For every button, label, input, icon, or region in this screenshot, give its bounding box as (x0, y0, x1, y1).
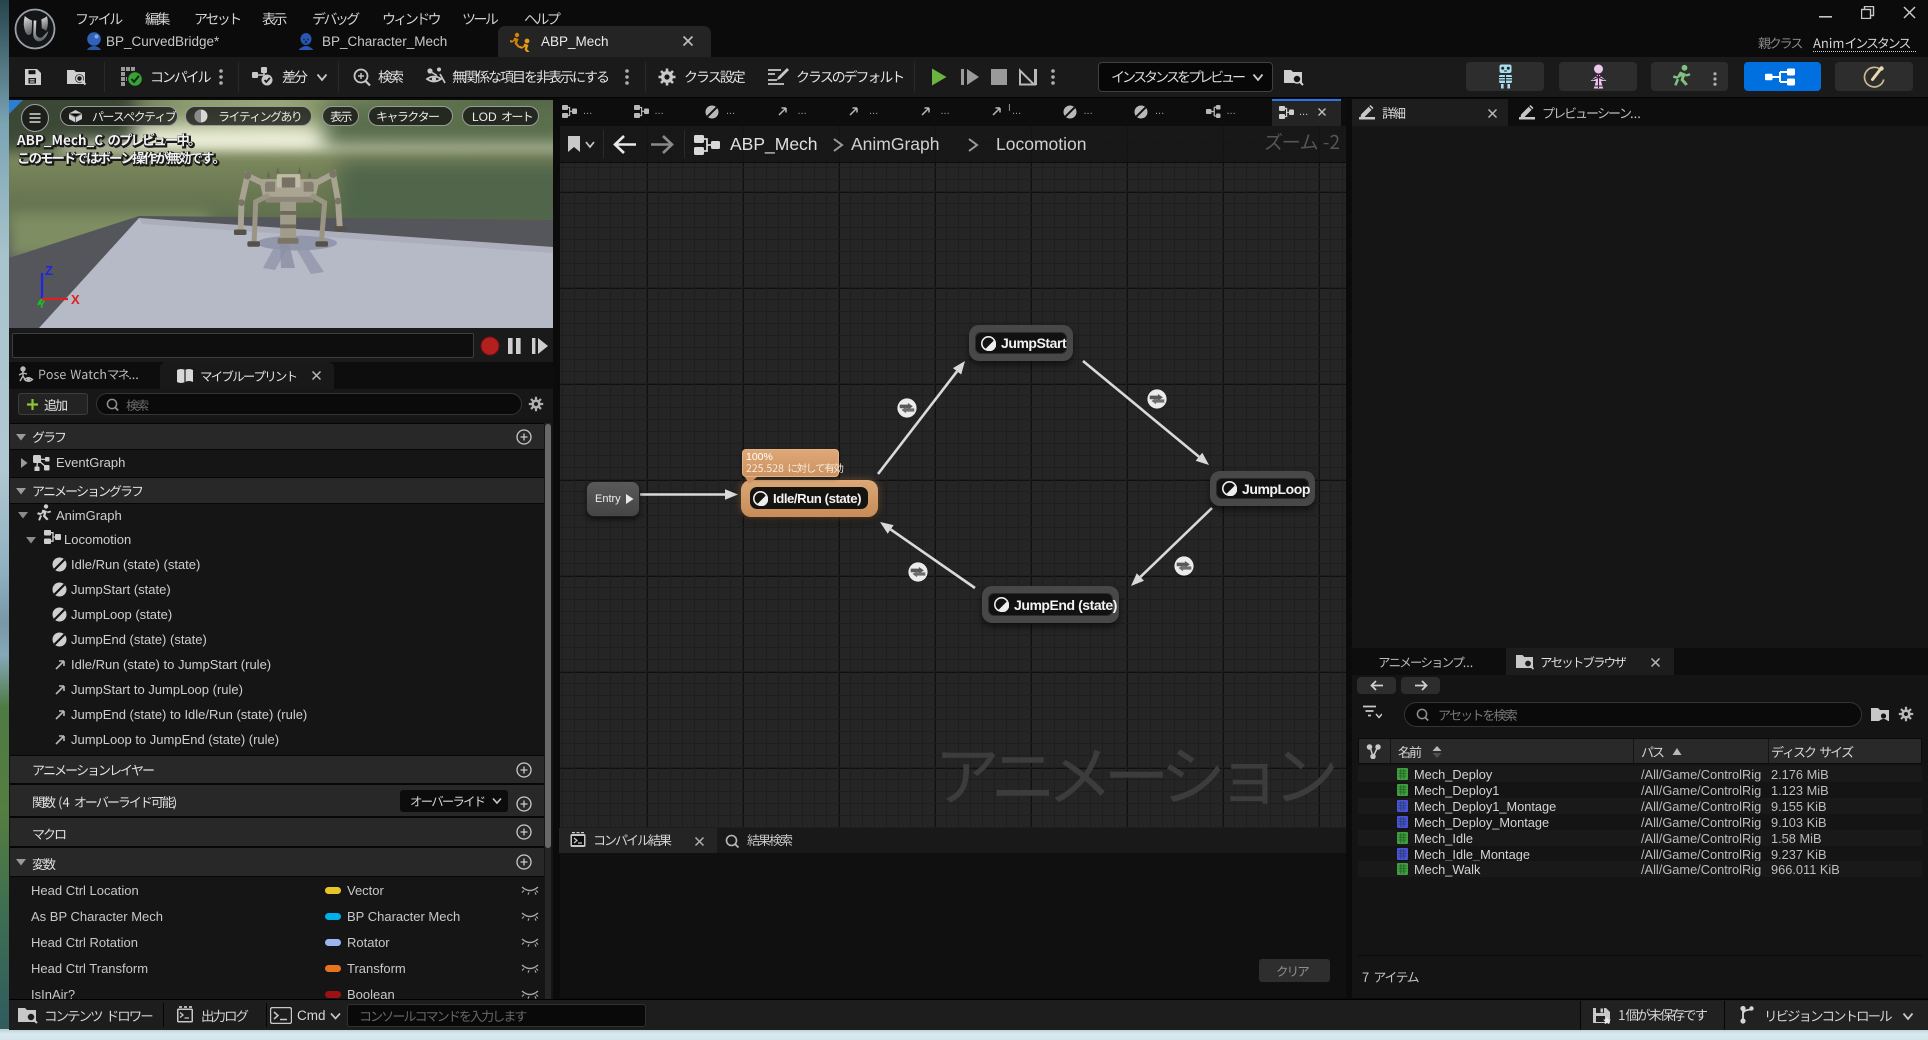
svg-text:X: X (71, 292, 80, 307)
svg-text:Z: Z (45, 263, 53, 278)
svg-text:Y: Y (38, 299, 46, 308)
